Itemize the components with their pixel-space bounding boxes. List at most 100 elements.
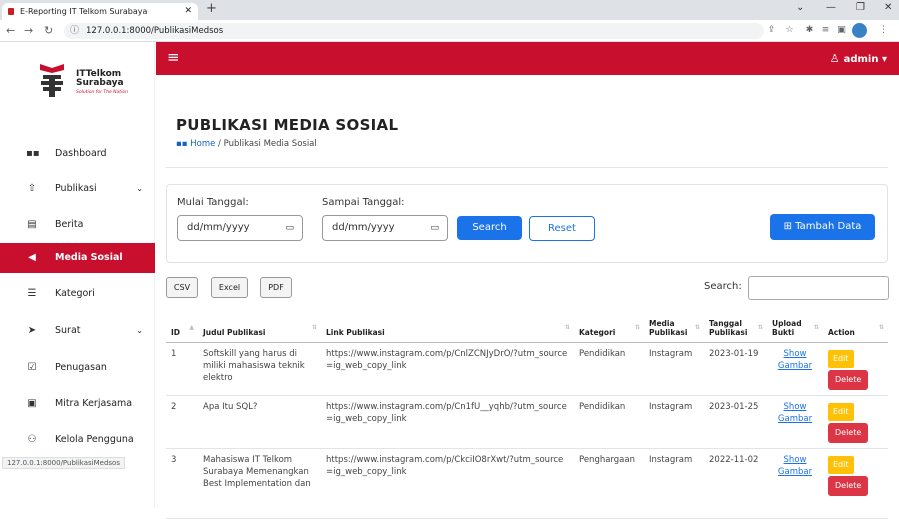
upload-icon: ⇧: [27, 183, 37, 194]
col-header-tanggal[interactable]: Tanggal Publikasi ⇅: [704, 306, 767, 343]
tab-search-icon[interactable]: ⌄: [796, 2, 804, 13]
extensions-icon[interactable]: ✱: [804, 25, 815, 36]
start-date-input[interactable]: dd/mm/yyyy ▭: [177, 215, 303, 241]
bookmark-star-icon[interactable]: ☆: [784, 25, 795, 36]
show-gambar-link[interactable]: Show Gambar: [772, 454, 818, 478]
add-data-button[interactable]: ⊞ Tambah Data: [770, 214, 875, 240]
tab-title: E-Reporting IT Telkom Surabaya: [20, 7, 148, 16]
cell-id: 1: [166, 342, 198, 396]
cell-action: Edit Delete: [823, 342, 888, 396]
col-header-label: Tanggal Publikasi: [709, 318, 748, 337]
calendar-icon[interactable]: ▭: [430, 216, 439, 240]
sidebar-item-publikasi[interactable]: ⇧ Publikasi ⌄: [0, 174, 155, 204]
logo-brand-sub: Surabaya: [76, 78, 124, 88]
logo: ITTelkom Surabaya Solution for The Natio…: [30, 62, 130, 107]
col-header-kategori[interactable]: Kategori ⇅: [574, 306, 644, 343]
sidebar-item-mitra-kerjasama[interactable]: ▣ Mitra Kerjasama: [0, 389, 155, 419]
address-bar: ← → ↻ ⓘ 127.0.0.1:8000/PublikasiMedsos ⇪…: [0, 20, 899, 42]
divider: [166, 167, 888, 168]
sort-icon: ⇅: [694, 323, 700, 331]
url-field[interactable]: ⓘ 127.0.0.1:8000/PublikasiMedsos: [64, 23, 764, 39]
sidebar-item-kategori[interactable]: ☰ Kategori: [0, 279, 155, 309]
favicon-icon: [8, 8, 14, 15]
dashboard-icon: ▪▪: [176, 139, 188, 149]
sidebar-item-label: Dashboard: [55, 148, 107, 159]
sort-icon: ▲: [189, 323, 194, 331]
cell-kategori: Pendidikan: [574, 395, 644, 449]
side-panel-icon[interactable]: ▣: [836, 25, 847, 36]
add-icon: ⊞: [783, 221, 792, 232]
close-window-icon[interactable]: ✕: [884, 2, 892, 13]
sidebar-item-berita[interactable]: ▤ Berita: [0, 210, 155, 240]
reset-button[interactable]: Reset: [529, 216, 595, 241]
col-header-label: Media Publikasi: [649, 318, 688, 337]
search-button[interactable]: Search: [457, 216, 522, 240]
sidebar-item-kelola-pengguna[interactable]: ⚇ Kelola Pengguna: [0, 425, 155, 455]
end-date-input[interactable]: dd/mm/yyyy ▭: [322, 215, 448, 241]
table-search-label: Search:: [704, 281, 742, 292]
sort-icon: ⇅: [634, 323, 640, 331]
csv-button[interactable]: CSV: [166, 277, 198, 298]
url-text: 127.0.0.1:8000/PublikasiMedsos: [86, 26, 224, 36]
breadcrumb-home[interactable]: ▪▪ Home: [176, 139, 215, 149]
col-header-judul[interactable]: Judul Publikasi ⇅: [198, 306, 321, 343]
sidebar-item-media-sosial[interactable]: ◀ Media Sosial: [0, 243, 155, 273]
edit-button[interactable]: Edit: [828, 455, 854, 474]
sidebar-item-label: Penugasan: [55, 362, 107, 373]
col-header-label: Kategori: [579, 327, 616, 337]
info-icon[interactable]: ⓘ: [70, 23, 79, 39]
sort-icon: ⇅: [311, 323, 317, 331]
cell-id: 2: [166, 395, 198, 449]
col-header-id[interactable]: ID ▲: [166, 306, 198, 343]
top-navbar: ≡ ♙ admin ▾: [156, 42, 899, 75]
sort-icon: ⇅: [813, 323, 819, 331]
share-icon[interactable]: ⇪: [766, 25, 777, 36]
col-header-media[interactable]: Media Publikasi ⇅: [644, 306, 704, 343]
col-header-label: Action: [828, 327, 855, 337]
browser-menu-icon[interactable]: ⋮: [878, 25, 889, 36]
cell-kategori: Pendidikan: [574, 342, 644, 396]
delete-button[interactable]: Delete: [828, 475, 869, 496]
edit-button[interactable]: Edit: [828, 349, 854, 368]
delete-button[interactable]: Delete: [828, 422, 869, 443]
col-header-label: Judul Publikasi: [203, 327, 266, 337]
show-gambar-link[interactable]: Show Gambar: [772, 401, 818, 425]
col-header-label: Link Publikasi: [326, 327, 385, 337]
excel-button[interactable]: Excel: [211, 277, 248, 298]
cell-link-text: https://www.instagram.com/p/CnlZCNJyDrO/…: [326, 348, 568, 371]
sidebar-item-surat[interactable]: ➤ Surat ⌄: [0, 316, 155, 346]
table-search-input[interactable]: [748, 276, 889, 300]
col-header-action[interactable]: Action ⇅: [823, 306, 888, 343]
back-icon[interactable]: ←: [6, 24, 15, 37]
forward-icon[interactable]: →: [24, 24, 33, 37]
browser-tab[interactable]: E-Reporting IT Telkom Surabaya ✕: [2, 3, 198, 20]
new-tab-icon[interactable]: +: [206, 1, 217, 16]
maximize-icon[interactable]: ❐: [856, 2, 865, 13]
cell-judul: Apa Itu SQL?: [198, 395, 321, 449]
sidebar-item-label: Publikasi: [55, 183, 97, 194]
col-header-link[interactable]: Link Publikasi ⇅: [321, 306, 574, 343]
close-tab-icon[interactable]: ✕: [184, 3, 192, 20]
publication-table: ID ▲ Judul Publikasi ⇅ Link Publikasi ⇅ Kat…: [166, 306, 888, 519]
end-date-placeholder: dd/mm/yyyy: [332, 222, 395, 233]
minimize-icon[interactable]: —: [826, 2, 836, 13]
user-menu[interactable]: ♙ admin ▾: [830, 52, 887, 65]
chevron-down-icon: ⌄: [136, 184, 143, 193]
reading-list-icon[interactable]: ≡: [820, 25, 831, 36]
col-header-bukti[interactable]: Upload Bukti ⇅: [767, 306, 823, 343]
edit-button[interactable]: Edit: [828, 402, 854, 421]
cell-link-text: https://www.instagram.com/p/CkciIO8rXwt/…: [326, 454, 564, 477]
show-gambar-link[interactable]: Show Gambar: [772, 348, 818, 372]
delete-button[interactable]: Delete: [828, 369, 869, 390]
reload-icon[interactable]: ↻: [44, 24, 53, 37]
hamburger-menu-icon[interactable]: ≡: [167, 48, 180, 66]
table-header-row: ID ▲ Judul Publikasi ⇅ Link Publikasi ⇅ Kat…: [166, 306, 888, 343]
profile-avatar[interactable]: [852, 23, 867, 38]
sidebar-item-label: Berita: [55, 219, 84, 230]
col-header-label: ID: [171, 327, 181, 337]
sidebar-item-penugasan[interactable]: ☑ Penugasan: [0, 353, 155, 383]
calendar-icon[interactable]: ▭: [285, 216, 294, 240]
pdf-button[interactable]: PDF: [260, 277, 292, 298]
sidebar-item-dashboard[interactable]: ▪▪ Dashboard: [0, 139, 155, 169]
start-date-label: Mulai Tanggal:: [177, 197, 249, 208]
